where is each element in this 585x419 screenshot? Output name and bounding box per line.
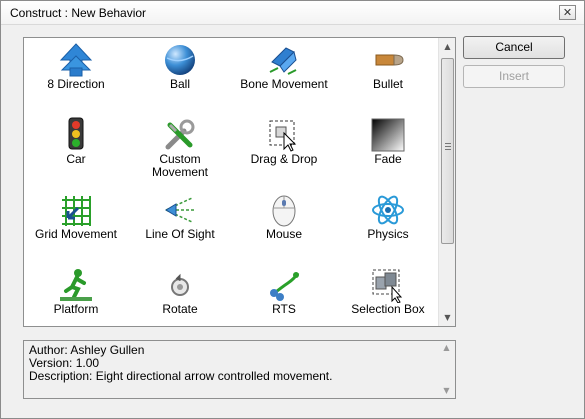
behavior-label: Grid Movement — [34, 227, 118, 241]
behavior-item-line-of-sight[interactable]: Line Of Sight — [128, 188, 232, 258]
grid-movement-icon — [58, 192, 94, 228]
behavior-item-drag-drop[interactable]: Drag & Drop — [232, 113, 336, 183]
behavior-label: Selection Box — [351, 302, 425, 316]
behavior-label: Fade — [374, 152, 402, 166]
insert-button[interactable]: Insert — [463, 65, 565, 88]
behavior-item-ball[interactable]: Ball — [128, 38, 232, 108]
behavior-label: Platform — [53, 302, 99, 316]
traffic-light-icon — [58, 117, 94, 153]
behavior-item-rts[interactable]: RTS — [232, 263, 336, 326]
behavior-label: RTS — [272, 302, 296, 316]
bullet-icon — [370, 42, 406, 78]
behavior-list[interactable]: 8 Direction Ball Bone Movement Bullet Ca… — [23, 37, 456, 327]
behavior-list-scrollbar[interactable]: ▲ ▼ — [438, 38, 455, 326]
behavior-label: Mouse — [265, 227, 303, 241]
description-text: Description: Eight directional arrow con… — [29, 369, 333, 383]
behavior-label: Rotate — [162, 302, 198, 316]
blue-arrow-up-icon — [58, 42, 94, 78]
behavior-item-car[interactable]: Car — [24, 113, 128, 183]
drag-drop-icon — [266, 117, 302, 153]
behavior-grid: 8 Direction Ball Bone Movement Bullet Ca… — [24, 38, 438, 326]
behavior-item-grid-movement[interactable]: Grid Movement — [24, 188, 128, 258]
behavior-item-selection-box[interactable]: Selection Box — [336, 263, 440, 326]
behavior-item-mouse[interactable]: Mouse — [232, 188, 336, 258]
behavior-item-8-direction[interactable]: 8 Direction — [24, 38, 128, 108]
description-scrollbar[interactable]: ▲ ▼ — [438, 341, 455, 398]
rotate-icon — [162, 267, 198, 303]
behavior-item-bone-movement[interactable]: Bone Movement — [232, 38, 336, 108]
fade-gradient-icon — [370, 117, 406, 153]
scroll-down-arrow[interactable]: ▼ — [438, 384, 455, 398]
close-button[interactable]: ✕ — [559, 5, 576, 20]
behavior-item-physics[interactable]: Physics — [336, 188, 440, 258]
atom-icon — [370, 192, 406, 228]
behavior-label: Car — [66, 152, 86, 166]
description-box: Author: Ashley Gullen Version: 1.00 Desc… — [23, 340, 456, 399]
cancel-button[interactable]: Cancel — [463, 36, 565, 59]
grip-icon — [445, 143, 451, 150]
scroll-up-arrow[interactable]: ▲ — [438, 341, 455, 355]
behavior-item-fade[interactable]: Fade — [336, 113, 440, 183]
bone-movement-icon — [266, 42, 302, 78]
line-of-sight-icon — [162, 192, 198, 228]
behavior-label: Physics — [367, 227, 409, 241]
tools-icon — [162, 117, 198, 153]
behavior-item-bullet[interactable]: Bullet — [336, 38, 440, 108]
title-bar: Construct : New Behavior ✕ — [1, 1, 584, 25]
platform-runner-icon — [58, 267, 94, 303]
behavior-item-rotate[interactable]: Rotate — [128, 263, 232, 326]
selection-box-icon — [370, 267, 406, 303]
behavior-label: Bullet — [372, 77, 404, 91]
mouse-icon — [266, 192, 302, 228]
window-title: Construct : New Behavior — [10, 6, 147, 20]
behavior-item-custom-movement[interactable]: Custom Movement — [128, 113, 232, 183]
behavior-label: 8 Direction — [47, 77, 105, 91]
scroll-down-arrow[interactable]: ▼ — [439, 309, 455, 326]
rts-icon — [266, 267, 302, 303]
behavior-label: Line Of Sight — [145, 227, 215, 241]
new-behavior-dialog: Construct : New Behavior ✕ 8 Direction B… — [0, 0, 585, 419]
scrollbar-thumb[interactable] — [441, 58, 454, 244]
behavior-label: Custom Movement — [151, 152, 209, 179]
behavior-label: Bone Movement — [240, 77, 328, 91]
behavior-item-platform[interactable]: Platform — [24, 263, 128, 326]
scroll-up-arrow[interactable]: ▲ — [439, 38, 455, 55]
behavior-label: Drag & Drop — [250, 152, 318, 166]
blue-ball-icon — [162, 42, 198, 78]
behavior-label: Ball — [169, 77, 190, 91]
